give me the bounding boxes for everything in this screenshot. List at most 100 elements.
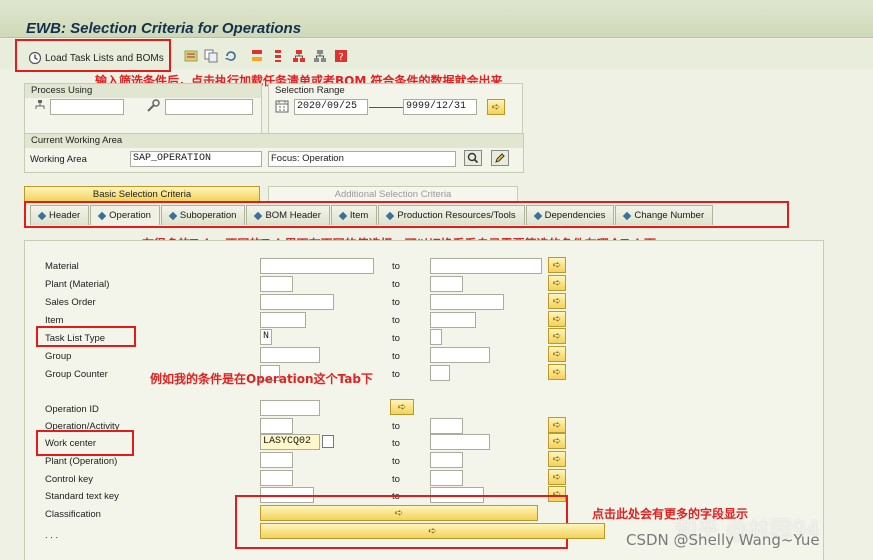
load-task-lists-button[interactable]: Load Task Lists and BOMs <box>28 51 164 65</box>
group-counter-to-input[interactable] <box>430 365 450 381</box>
plant-operation-from-input[interactable] <box>260 452 293 468</box>
plant-material-label: Plant (Material) <box>45 279 110 290</box>
selection-range-to[interactable]: 9999/12/31 <box>403 99 477 115</box>
process-using-title: Process Using <box>25 84 261 98</box>
item-to-input[interactable] <box>430 312 476 328</box>
item-to-label: to <box>392 315 400 326</box>
more-label: . . . <box>45 530 59 541</box>
classification-button[interactable]: ➪ <box>260 505 538 521</box>
focus-field: Focus: Operation <box>268 151 456 167</box>
plant-material-to-label: to <box>392 279 400 290</box>
material-from-input[interactable] <box>260 258 374 274</box>
arrow-right-icon: ➪ <box>552 295 562 307</box>
arrow-right-icon: ➪ <box>552 453 562 465</box>
item-label: Item <box>45 315 64 326</box>
work-center-multi-button[interactable]: ➪ <box>548 433 566 449</box>
edit-button[interactable] <box>491 150 509 166</box>
selection-range-from[interactable]: 2020/09/25 <box>294 99 368 115</box>
control-key-multi-button[interactable]: ➪ <box>548 469 566 485</box>
process-using-field-2[interactable] <box>165 99 253 115</box>
arrow-right-icon: ➪ <box>552 435 562 447</box>
hierarchy-icon[interactable] <box>250 49 264 63</box>
arrow-right-icon: ➪ <box>397 401 407 413</box>
help-icon[interactable]: ? <box>334 49 348 63</box>
operation-id-label: Operation ID <box>45 404 99 415</box>
material-multi-button[interactable]: ➪ <box>548 257 566 273</box>
sales-order-to-label: to <box>392 297 400 308</box>
additional-criteria-tab[interactable]: Additional Selection Criteria <box>268 186 518 202</box>
group-to-input[interactable] <box>430 347 490 363</box>
structure-icon[interactable] <box>313 49 327 63</box>
sales-order-to-input[interactable] <box>430 294 504 310</box>
operation-activity-from-input[interactable] <box>260 418 293 434</box>
plant-material-from-input[interactable] <box>260 276 293 292</box>
expand-icon[interactable] <box>184 49 198 63</box>
toolbar-icons-1 <box>184 49 238 63</box>
arrow-right-icon: ➪ <box>552 313 562 325</box>
plant-operation-to-input[interactable] <box>430 452 463 468</box>
execute-clock-icon <box>28 51 42 65</box>
pencil-icon <box>495 153 505 163</box>
arrow-right-icon: ➪ <box>552 330 562 342</box>
plant-operation-label: Plant (Operation) <box>45 456 118 467</box>
group-counter-multi-button[interactable]: ➪ <box>548 364 566 380</box>
window-title: EWB: Selection Criteria for Operations <box>26 20 302 37</box>
list-icon[interactable] <box>271 49 285 63</box>
operation-activity-to-label: to <box>392 421 400 432</box>
plant-operation-multi-button[interactable]: ➪ <box>548 451 566 467</box>
group-from-input[interactable] <box>260 347 320 363</box>
selection-range-title: Selection Range <box>275 85 345 96</box>
control-key-label: Control key <box>45 474 94 485</box>
wrench-icon <box>147 99 160 112</box>
f4-help-button[interactable] <box>322 435 334 448</box>
selection-range-multi-button[interactable]: ➪ <box>487 99 505 115</box>
material-to-input[interactable] <box>430 258 542 274</box>
working-area-label: Working Area <box>30 154 87 165</box>
arrow-right-icon: ➪ <box>428 525 437 537</box>
tabs-highlight <box>24 201 789 228</box>
control-key-to-input[interactable] <box>430 470 463 486</box>
group-multi-button[interactable]: ➪ <box>548 346 566 362</box>
process-using-field-1[interactable] <box>50 99 124 115</box>
group-counter-to-label: to <box>392 369 400 380</box>
material-to-label: to <box>392 261 400 272</box>
sales-order-multi-button[interactable]: ➪ <box>548 293 566 309</box>
arrow-right-icon: ➪ <box>552 366 562 378</box>
svg-text:?: ? <box>338 52 343 63</box>
task-list-type-to-input[interactable] <box>430 329 442 345</box>
control-key-to-label: to <box>392 474 400 485</box>
tree-icon[interactable] <box>292 49 306 63</box>
group-counter-label: Group Counter <box>45 369 108 380</box>
operation-id-multi-button[interactable]: ➪ <box>390 399 414 415</box>
working-area-value[interactable]: SAP_OPERATION <box>130 151 262 167</box>
operation-activity-multi-button[interactable]: ➪ <box>548 417 566 433</box>
sales-order-from-input[interactable] <box>260 294 334 310</box>
plant-material-to-input[interactable] <box>430 276 463 292</box>
basic-criteria-tab[interactable]: Basic Selection Criteria <box>24 186 260 202</box>
item-from-input[interactable] <box>260 312 306 328</box>
toolbar-icons-2: ? <box>250 49 348 63</box>
work-center-to-input[interactable] <box>430 434 490 450</box>
item-multi-button[interactable]: ➪ <box>548 311 566 327</box>
arrow-right-icon: ➪ <box>552 277 562 289</box>
task-list-type-from-input[interactable]: N <box>260 329 272 345</box>
plant-operation-to-label: to <box>392 456 400 467</box>
copy-icon[interactable] <box>204 49 218 63</box>
task-list-type-multi-button[interactable]: ➪ <box>548 328 566 344</box>
working-area-title: Current Working Area <box>25 134 523 148</box>
operation-id-input[interactable] <box>260 400 320 416</box>
control-key-from-input[interactable] <box>260 470 293 486</box>
plant-material-multi-button[interactable]: ➪ <box>548 275 566 291</box>
search-button[interactable] <box>464 150 482 166</box>
refresh-icon[interactable] <box>224 49 238 63</box>
arrow-right-icon: ➪ <box>552 419 562 431</box>
title-bar: EWB: Selection Criteria for Operations <box>0 0 873 38</box>
search-icon <box>467 152 479 164</box>
standard-text-key-label: Standard text key <box>45 491 119 502</box>
more-fields-highlight <box>235 495 568 549</box>
operation-activity-to-input[interactable] <box>430 418 463 434</box>
work-center-from-input[interactable]: LASYCQ02 <box>260 434 320 450</box>
more-fields-button[interactable]: ➪ <box>260 523 605 539</box>
group-to-label: to <box>392 351 400 362</box>
work-center-label: Work center <box>45 438 97 449</box>
